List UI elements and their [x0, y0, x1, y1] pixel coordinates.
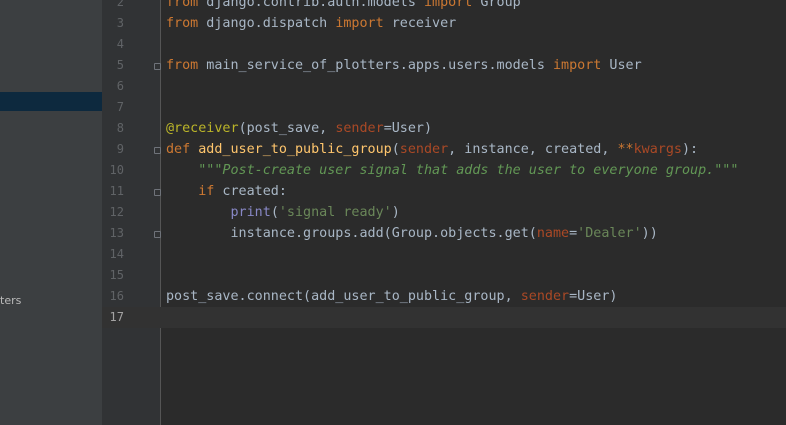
fold-toggle-icon[interactable]: [154, 231, 161, 238]
keyword: from: [166, 0, 199, 10]
keyword: import: [335, 16, 384, 31]
code-text: ):: [681, 142, 699, 157]
fold-toggle-icon[interactable]: [154, 63, 161, 70]
line-number: 10: [109, 163, 124, 177]
code-text: , instance, created,: [448, 142, 618, 157]
keyword: import: [423, 0, 473, 10]
code-text: (: [270, 205, 279, 220]
line-number: 12: [109, 205, 124, 219]
sidebar-item-label[interactable]: ters: [0, 294, 21, 307]
line-number: 11: [109, 184, 124, 198]
identifier: receiver: [383, 16, 457, 31]
line-number: 2: [116, 0, 124, 9]
keyword: if: [198, 184, 215, 199]
code-text: =User): [569, 289, 618, 304]
code-text: =: [569, 226, 578, 241]
line-number: 9: [116, 142, 124, 156]
code-text: created:: [214, 184, 287, 199]
builtin-function: print: [230, 205, 271, 220]
keyword: from: [166, 58, 199, 73]
line-number: 16: [109, 289, 124, 303]
code-line-8[interactable]: @receiver(post_save, sender=User): [166, 118, 432, 139]
code-line-3[interactable]: from django.dispatch import receiver: [166, 13, 456, 34]
code-line-5[interactable]: from main_service_of_plotters.apps.users…: [166, 55, 642, 76]
docstring: """Post-create user signal that adds the…: [198, 163, 739, 178]
code-line-2[interactable]: from django.contrib.auth.models import G…: [166, 0, 521, 13]
line-number: 7: [116, 100, 124, 114]
keyword-argument: sender: [335, 121, 384, 136]
line-number: 14: [109, 247, 124, 261]
code-line-13[interactable]: instance.groups.add(Group.objects.get(na…: [166, 223, 658, 244]
project-sidebar: ters: [0, 0, 102, 425]
code-text: =User): [383, 121, 433, 136]
identifier: User: [601, 58, 642, 73]
operator: **: [617, 142, 634, 157]
code-line-12[interactable]: print('signal ready'): [166, 202, 400, 223]
module-path: main_service_of_plotters.apps.users.mode…: [198, 58, 553, 73]
parameter: kwargs: [633, 142, 682, 157]
line-number: 13: [109, 226, 124, 240]
line-number-current: 17: [109, 310, 124, 324]
string-literal: 'signal ready': [278, 205, 392, 220]
code-text: )): [641, 226, 658, 241]
fold-toggle-icon[interactable]: [154, 147, 161, 154]
parameter: sender: [399, 142, 449, 157]
keyword: def: [166, 142, 191, 157]
keyword: from: [166, 16, 199, 31]
line-number: 4: [116, 37, 124, 51]
code-line-16[interactable]: post_save.connect(add_user_to_public_gro…: [166, 286, 617, 307]
module-path: django.contrib.auth.models: [198, 0, 424, 10]
sidebar-selected-row[interactable]: [0, 92, 102, 111]
line-number: 8: [116, 121, 124, 135]
decorator: @receiver: [166, 121, 239, 136]
keyword-argument: name: [536, 226, 570, 241]
function-name: add_user_to_public_group: [198, 142, 392, 157]
line-number: 5: [116, 58, 124, 72]
line-number: 15: [109, 268, 124, 282]
current-line-highlight: [102, 307, 786, 328]
keyword: import: [552, 58, 602, 73]
code-line-9[interactable]: def add_user_to_public_group(sender, ins…: [166, 139, 698, 160]
code-text: instance.groups.add(Group.objects.get(: [230, 226, 537, 241]
code-text: ): [391, 205, 400, 220]
code-text: (: [391, 142, 400, 157]
code-line-11[interactable]: if created:: [166, 181, 287, 202]
identifier: Group: [472, 0, 521, 10]
code-text: post_save.connect(add_user_to_public_gro…: [166, 289, 521, 304]
code-text: (post_save,: [238, 121, 336, 136]
line-number: 3: [116, 16, 124, 30]
code-line-10[interactable]: """Post-create user signal that adds the…: [166, 160, 738, 181]
string-literal: 'Dealer': [577, 226, 642, 241]
line-number: 6: [116, 79, 124, 93]
module-path: django.dispatch: [198, 16, 336, 31]
fold-toggle-icon[interactable]: [154, 189, 161, 196]
keyword-argument: sender: [520, 289, 570, 304]
